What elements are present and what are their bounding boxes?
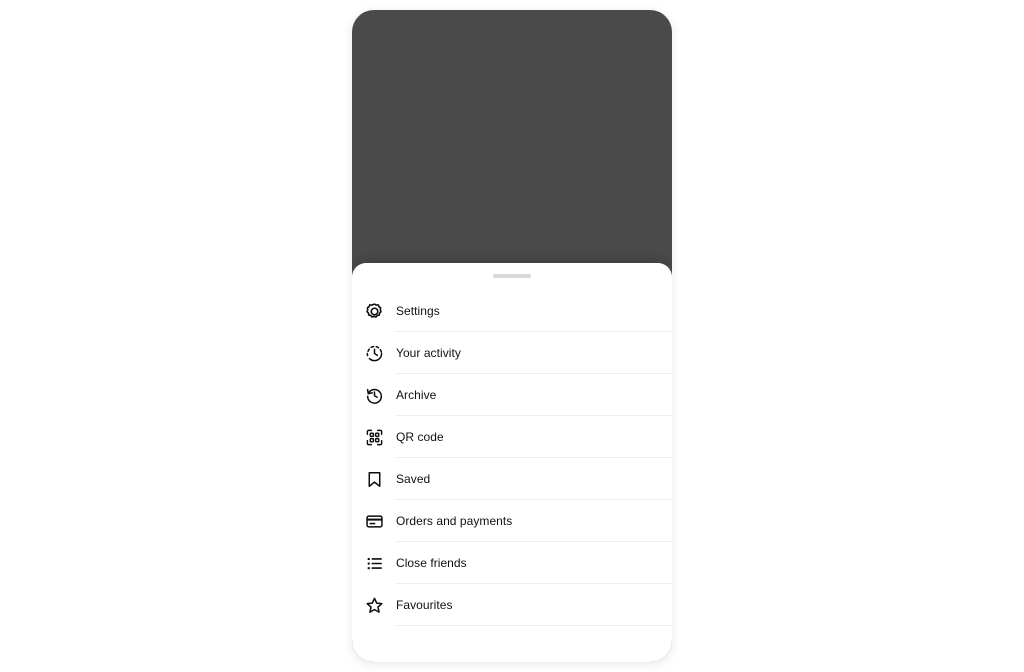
gear-icon [363,300,385,322]
profile-header: jake_photography [352,10,672,58]
sheet-handle-area[interactable] [352,263,672,290]
credit-card-icon [363,510,385,532]
display-name: Jake Cooper [366,146,432,158]
profile-stats: 6 Posts 542 Followers 661 Following [442,84,658,116]
share-profile-button[interactable]: Share profile [497,206,622,230]
menu-item-archive[interactable]: Archive [352,374,672,416]
row-divider [395,625,672,626]
bio-emoji: 🌴 [366,162,381,175]
menu-item-label: Your activity [396,346,461,360]
menu-item-label: Settings [396,304,440,318]
bookmark-icon [363,468,385,490]
stat-label: Posts [464,102,492,115]
profile-bio: Jake Cooper 🌴 Amateur photographer [352,136,672,194]
phone-frame: jake_photography + 6 Posts 542 Followers… [352,10,672,662]
menu-item-label: QR code [396,430,444,444]
bio-text: Amateur photographer [366,179,482,192]
stat-following[interactable]: 661 Following [597,84,643,116]
stat-value: 6 [474,84,483,101]
sheet-menu-list: Settings Your activity Archive QR code S… [352,290,672,626]
menu-item-label: Archive [396,388,437,402]
menu-item-your-activity[interactable]: Your activity [352,332,672,374]
stat-posts[interactable]: 6 Posts [464,84,492,116]
avatar[interactable]: + [366,64,439,136]
page-title: jake_photography [366,31,510,50]
drag-handle-icon[interactable] [493,274,531,278]
clock-rewind-icon [363,384,385,406]
screenshot-stage: jake_photography + 6 Posts 542 Followers… [0,0,1024,672]
list-icon [363,552,385,574]
menu-item-saved[interactable]: Saved [352,458,672,500]
hamburger-menu-icon[interactable] [636,30,658,52]
qr-code-icon [363,426,385,448]
menu-item-qr-code[interactable]: QR code [352,416,672,458]
stat-followers[interactable]: 542 Followers [521,84,568,116]
options-bottom-sheet: Settings Your activity Archive QR code S… [352,263,672,662]
stat-label: Followers [520,102,569,115]
stat-value: 661 [608,84,632,101]
add-story-badge-icon[interactable]: + [416,113,439,136]
add-person-button[interactable] [628,206,658,230]
menu-item-label: Close friends [396,556,467,570]
profile-summary: + 6 Posts 542 Followers 661 Following [352,58,672,136]
header-actions [600,30,658,52]
menu-item-favourites[interactable]: Favourites [352,584,672,626]
stat-label: Following [597,102,644,115]
profile-action-buttons: Edit Profile Share profile [352,194,672,230]
edit-profile-button[interactable]: Edit Profile [366,206,491,230]
sheet-bottom-space [352,626,672,638]
plus-square-icon[interactable] [600,30,622,52]
menu-item-settings[interactable]: Settings [352,290,672,332]
menu-item-close-friends[interactable]: Close friends [352,542,672,584]
star-icon [363,594,385,616]
menu-item-label: Orders and payments [396,514,513,528]
menu-item-label: Favourites [396,598,453,612]
menu-item-orders-and-payments[interactable]: Orders and payments [352,500,672,542]
stat-value: 542 [532,84,557,101]
menu-item-label: Saved [396,472,431,486]
clock-dashed-icon [363,342,385,364]
